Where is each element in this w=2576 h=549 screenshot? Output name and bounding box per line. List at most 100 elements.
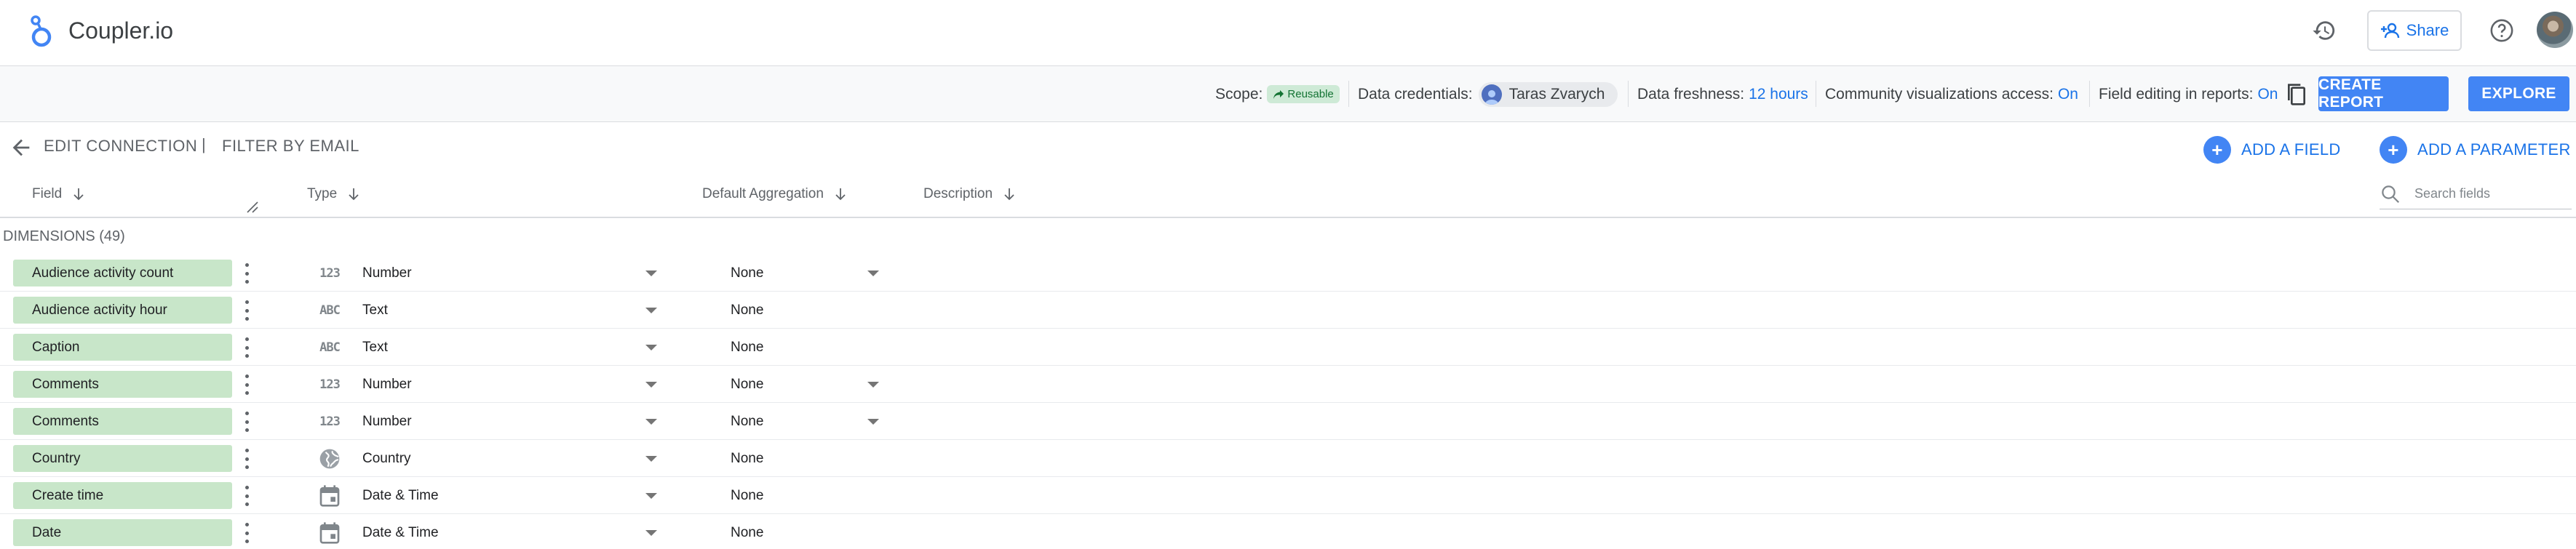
field-type-select[interactable]: Number: [362, 265, 412, 281]
field-type-select[interactable]: Text: [362, 340, 388, 356]
calendar-icon: [317, 521, 342, 545]
number-icon: 123: [317, 410, 342, 433]
version-history-button[interactable]: [2307, 13, 2342, 48]
share-button[interactable]: Share: [2367, 10, 2462, 51]
field-row[interactable]: Date Date & Time None: [0, 514, 2576, 549]
help-icon: [2490, 19, 2513, 42]
type-dropdown-arrow-icon[interactable]: [645, 271, 657, 276]
field-type-select[interactable]: Number: [362, 414, 412, 430]
person-icon: [1481, 84, 1502, 105]
type-dropdown-arrow-icon[interactable]: [645, 493, 657, 499]
search-icon: [2382, 185, 2400, 203]
add-parameter-label: ADD A PARAMETER: [2417, 140, 2571, 159]
field-editing-link[interactable]: On: [2257, 86, 2278, 103]
column-resize-handle-icon[interactable]: [246, 201, 259, 214]
field-aggregation-value: None: [731, 488, 764, 503]
back-arrow-icon[interactable]: [9, 135, 33, 160]
more-options-icon[interactable]: [242, 523, 251, 543]
community-group: Community visualizations access: On: [1825, 66, 2078, 122]
community-link[interactable]: On: [2058, 86, 2078, 103]
field-name-chip[interactable]: Comments: [13, 371, 232, 398]
field-name-chip[interactable]: Audience activity count: [13, 260, 232, 286]
globe-icon: [317, 447, 342, 470]
credentials-label: Data credentials:: [1358, 85, 1473, 103]
type-dropdown-arrow-icon[interactable]: [645, 308, 657, 313]
scope-label: Scope:: [1215, 85, 1263, 103]
help-button[interactable]: [2484, 13, 2519, 48]
field-row[interactable]: Create time Date & Time None: [0, 477, 2576, 514]
freshness-link[interactable]: 12 hours: [1749, 86, 1808, 103]
text-icon: ABC: [317, 299, 342, 322]
data-source-name[interactable]: FILTER BY EMAIL: [222, 137, 359, 156]
type-dropdown-arrow-icon[interactable]: [645, 345, 657, 350]
type-glyph: 123: [319, 266, 341, 281]
field-type-select[interactable]: Country: [362, 451, 411, 467]
app-header: Coupler.io Share: [0, 0, 2576, 66]
field-name-chip[interactable]: Country: [13, 445, 232, 472]
field-type-select[interactable]: Date & Time: [362, 525, 439, 541]
credentials-chip[interactable]: Taras Zvarych: [1478, 81, 1618, 107]
toolbar-divider: [1628, 81, 1629, 107]
more-options-icon[interactable]: [242, 449, 251, 469]
add-field-button[interactable]: + ADD A FIELD: [2203, 135, 2341, 164]
more-options-icon[interactable]: [242, 486, 251, 506]
edit-connection-link[interactable]: EDIT CONNECTION: [44, 137, 197, 156]
field-name-chip[interactable]: Create time: [13, 482, 232, 509]
more-options-icon[interactable]: [242, 374, 251, 395]
type-dropdown-arrow-icon[interactable]: [645, 419, 657, 425]
toolbar-divider: [2089, 81, 2090, 107]
share-label: Share: [2406, 21, 2449, 39]
field-row[interactable]: Comments 123 Number None: [0, 403, 2576, 440]
field-name-chip[interactable]: Audience activity hour: [13, 297, 232, 324]
type-dropdown-arrow-icon[interactable]: [645, 382, 657, 388]
type-dropdown-arrow-icon[interactable]: [645, 530, 657, 536]
field-column-header[interactable]: Field: [32, 186, 85, 202]
create-report-button[interactable]: CREATE REPORT: [2318, 76, 2449, 111]
more-options-icon[interactable]: [242, 300, 251, 321]
field-type-select[interactable]: Date & Time: [362, 488, 439, 504]
aggregation-column-label: Default Aggregation: [702, 186, 824, 201]
field-row[interactable]: Caption ABC Text None: [0, 329, 2576, 366]
type-dropdown-arrow-icon[interactable]: [645, 456, 657, 462]
explore-button[interactable]: EXPLORE: [2468, 76, 2569, 111]
aggregation-dropdown-arrow-icon[interactable]: [867, 271, 879, 276]
field-aggregation-value[interactable]: None: [731, 377, 763, 393]
more-options-icon[interactable]: [242, 412, 251, 432]
search-fields-input[interactable]: [2414, 186, 2560, 201]
field-name-chip[interactable]: Caption: [13, 334, 232, 361]
coupler-logo-icon[interactable]: [28, 15, 55, 48]
type-glyph: ABC: [319, 303, 341, 318]
text-icon: ABC: [317, 336, 342, 359]
credentials-group: Data credentials: Taras Zvarych: [1358, 66, 1618, 122]
field-row[interactable]: Country Country None: [0, 440, 2576, 477]
dimensions-section-label: DIMENSIONS (49): [3, 228, 125, 244]
type-glyph: 123: [319, 414, 341, 429]
user-avatar[interactable]: [2537, 12, 2573, 48]
copy-icon[interactable]: [2285, 81, 2308, 108]
type-glyph: 123: [319, 377, 341, 392]
type-column-header[interactable]: Type: [307, 186, 360, 202]
field-type-select[interactable]: Number: [362, 377, 412, 393]
field-name-chip[interactable]: Comments: [13, 408, 232, 435]
sort-arrow-icon: [1004, 188, 1014, 201]
field-aggregation-value[interactable]: None: [731, 414, 763, 430]
aggregation-dropdown-arrow-icon[interactable]: [867, 382, 879, 388]
reusable-chip[interactable]: Reusable: [1267, 85, 1340, 103]
fields-table-header: Field Type Default Aggregation Descripti…: [0, 172, 2576, 218]
field-aggregation-value: None: [731, 340, 764, 355]
freshness-group: Data freshness: 12 hours: [1637, 66, 1808, 122]
field-aggregation-value[interactable]: None: [731, 265, 763, 281]
more-options-icon[interactable]: [242, 337, 251, 358]
field-name-chip[interactable]: Date: [13, 519, 232, 546]
add-parameter-button[interactable]: + ADD A PARAMETER: [2380, 135, 2571, 164]
share-arrow-icon: [1273, 89, 1284, 99]
more-options-icon[interactable]: [242, 263, 251, 284]
field-row[interactable]: Audience activity count 123 Number None: [0, 255, 2576, 292]
breadcrumb-separator: |: [202, 135, 206, 153]
aggregation-column-header[interactable]: Default Aggregation: [702, 186, 847, 202]
field-row[interactable]: Comments 123 Number None: [0, 366, 2576, 403]
description-column-header[interactable]: Description: [923, 186, 1016, 202]
field-row[interactable]: Audience activity hour ABC Text None: [0, 292, 2576, 329]
aggregation-dropdown-arrow-icon[interactable]: [867, 419, 879, 425]
field-type-select[interactable]: Text: [362, 302, 388, 318]
